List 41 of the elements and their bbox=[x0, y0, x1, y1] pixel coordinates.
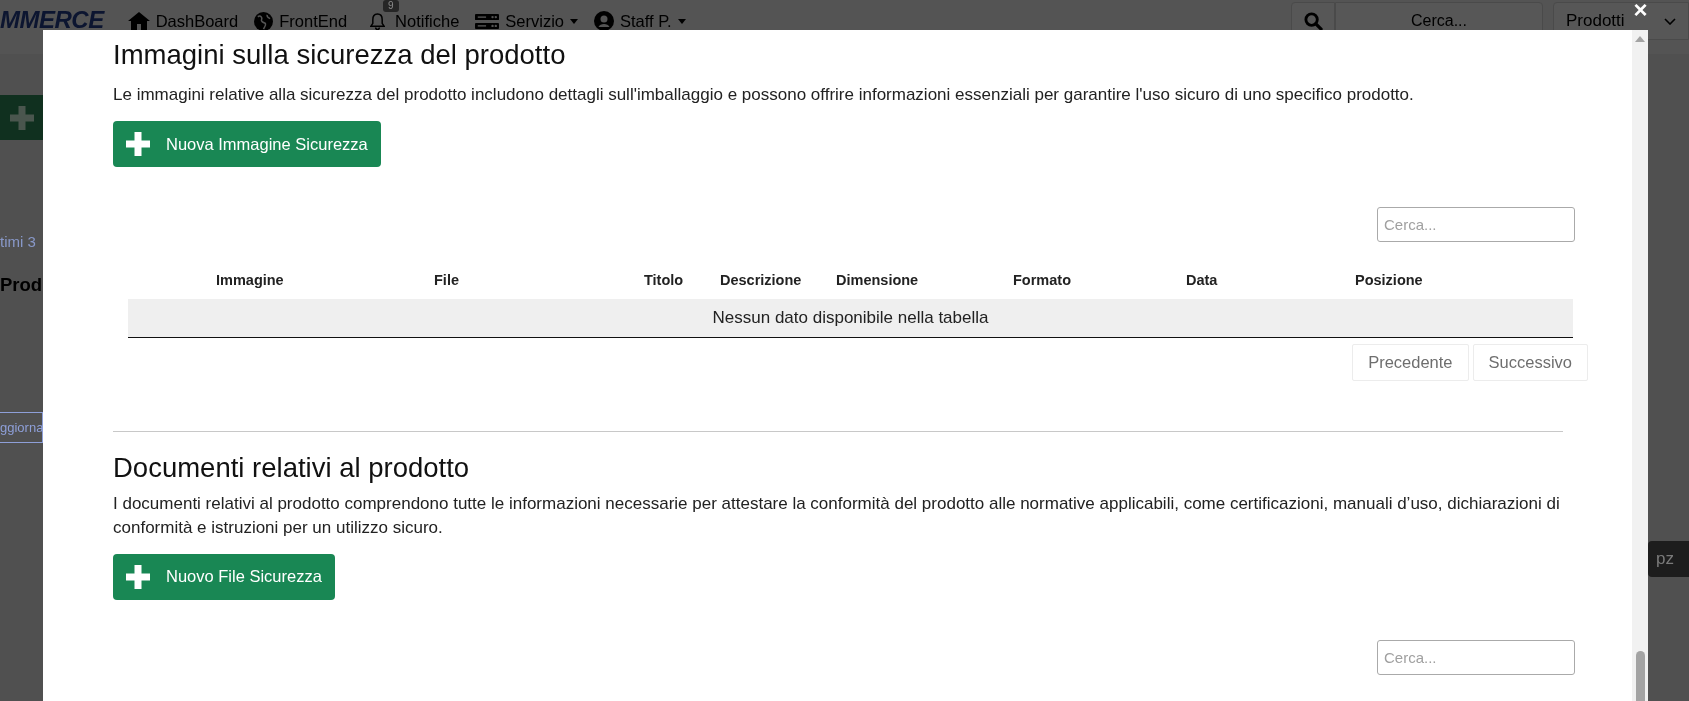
add-button[interactable]: Nuovo File Sicurezza bbox=[113, 553, 335, 600]
link[interactable]: timi 3 bbox=[0, 233, 43, 251]
table-search-field[interactable]: Cerca... bbox=[1377, 207, 1575, 242]
scrollbar-thumb[interactable] bbox=[1635, 651, 1645, 701]
nav-link[interactable]: Notifiche bbox=[370, 11, 460, 31]
globe-icon bbox=[254, 11, 274, 31]
column-header: Descrizione bbox=[710, 262, 826, 299]
column-header: Titolo bbox=[634, 262, 710, 299]
logo[interactable]: MMERCE bbox=[0, 8, 104, 32]
user-avatar-icon bbox=[594, 11, 614, 31]
nav-link[interactable]: DashBoard bbox=[127, 11, 239, 31]
house-icon bbox=[127, 12, 150, 30]
section-title: Documenti relativi al prodotto bbox=[113, 450, 471, 484]
plus-icon bbox=[9, 105, 34, 130]
section-description: Le immagini relative alla sicurezza del prodotto includono dettagli sull'imballaggio e possono offrire informazioni essenziali per garantire l'uso sicuro di uno specifico prodotto. bbox=[113, 84, 1415, 106]
nav-link[interactable]: FrontEnd bbox=[254, 11, 348, 31]
section-title: Immagini sulla sicurezza del prodotto bbox=[113, 38, 567, 71]
search-icon bbox=[1303, 11, 1323, 31]
column-header: Immagine bbox=[128, 262, 424, 299]
column-header: Formato bbox=[1003, 262, 1176, 299]
column-header: Posizione bbox=[1345, 262, 1573, 299]
section-description: I documenti relativi al prodotto comprendono tutte le informazioni necessarie per attestare la conformità del prodotto alle normative applicabili, come certificazioni, manuali d’uso, dichiarazioni di conformità e istruzioni per un utilizzo sicuro. bbox=[113, 492, 1561, 539]
notification-badge: 9 bbox=[383, 0, 399, 12]
page-heading: Prod bbox=[0, 273, 43, 297]
nav-link[interactable]: Servizio bbox=[475, 11, 578, 31]
column-header: File bbox=[424, 262, 634, 299]
plus-icon bbox=[126, 132, 150, 156]
chevron-down-icon bbox=[1664, 17, 1676, 25]
scroll-up-arrow-icon[interactable] bbox=[1635, 36, 1645, 42]
unit-badge: pz bbox=[1648, 541, 1689, 577]
add-button[interactable]: Nuova Immagine Sicurezza bbox=[113, 121, 381, 167]
close-button[interactable]: × bbox=[1633, 0, 1648, 22]
bell-icon bbox=[370, 12, 386, 30]
plus-icon bbox=[126, 564, 150, 589]
server-icon bbox=[475, 13, 500, 29]
scrollbar[interactable] bbox=[1632, 30, 1648, 701]
add-button[interactable] bbox=[0, 95, 43, 140]
table-search-field[interactable]: Cerca... bbox=[1377, 639, 1575, 675]
empty-table-message: Nessun dato disponibile nella tabella bbox=[128, 299, 1573, 337]
column-header: Data bbox=[1176, 262, 1345, 299]
column-header: Dimensione bbox=[826, 262, 1003, 299]
